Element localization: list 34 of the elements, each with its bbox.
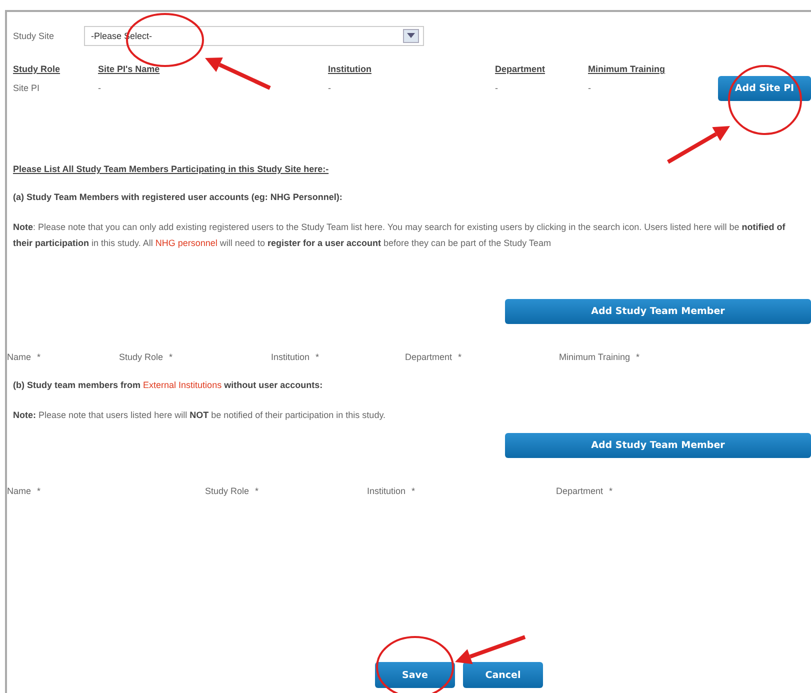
note-text: Note: Please note that you can only add existing registered users to the Study Team list here. You may search for existing users by clicking in the search icon. Users listed here will be notified of their participation in this study. All NHG personnel will need to register for a user account before they can be part of the Study Team (13, 221, 786, 250)
subsection-heading: (a) Study Team Members with registered user accounts (eg: NHG Personnel): (13, 192, 344, 202)
table-cell-text: - (495, 83, 499, 93)
add-member-button[interactable]: Add Study Team Member (505, 433, 811, 458)
field-label: Department * (556, 486, 614, 496)
table-cell-text: - (328, 83, 332, 93)
table-cell-text: - (98, 83, 102, 93)
field-label: Institution * (271, 352, 320, 362)
annotation-arrow (205, 57, 271, 90)
add-member-button[interactable]: Add Study Team Member (505, 299, 811, 324)
field-label: Minimum Training * (559, 352, 641, 362)
annotation-arrow (455, 635, 526, 664)
section-heading: Please List All Study Team Members Participating in this Study Site here:- (13, 164, 330, 174)
table-cell-text: - (588, 83, 592, 93)
field-label: Name * (7, 352, 42, 362)
subsection-heading: (b) Study team members from External Institutions without user accounts: (13, 380, 324, 390)
cancel-button[interactable]: Cancel (463, 662, 543, 688)
field-label: Department * (405, 352, 463, 362)
column-header: Site PI's Name (98, 64, 161, 74)
annotation-arrow (667, 126, 730, 164)
field-label: Study Role * (205, 486, 260, 496)
dropdown-arrow-icon (407, 33, 416, 39)
table-cell-text: Site PI (13, 83, 41, 93)
field-label: Study Role * (119, 352, 174, 362)
column-header: Department (495, 64, 546, 74)
field-label: Study Site (13, 31, 54, 41)
field-label: Institution * (367, 486, 416, 496)
note-text: Note: Please note that users listed here will NOT be notified of their participation in this study. (13, 409, 387, 422)
column-header: Institution (328, 64, 372, 74)
field-label: Name * (7, 486, 42, 496)
column-header: Study Role (13, 64, 62, 74)
column-header: Minimum Training (588, 64, 666, 74)
add-site-pi-button[interactable]: Add Site PI (718, 76, 811, 100)
save-button[interactable]: Save (375, 662, 455, 688)
